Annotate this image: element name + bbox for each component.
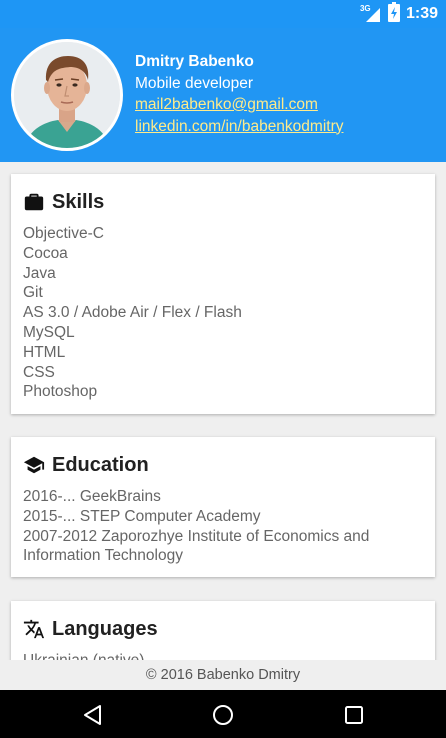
list-item: Photoshop [23,383,98,401]
list-item: HTML [23,343,66,361]
profile-header: Dmitry Babenko Mobile developer mail2bab… [0,28,446,162]
list-item: 2007-2012 Zaporozhye Institute of Econom… [23,527,370,565]
briefcase-icon [23,191,45,213]
languages-list: Ukrainian (native) [23,651,423,660]
languages-card: Languages Ukrainian (native) [11,601,435,660]
home-icon[interactable] [212,704,234,726]
status-bar: 3G 1:39 [0,0,446,28]
skills-title: Skills [23,188,423,216]
recents-icon[interactable] [343,704,365,726]
skills-card: Skills Objective-C Cocoa Java Git AS 3.0… [11,174,435,414]
footer: © 2016 Babenko Dmitry [0,660,446,690]
list-item: CSS [23,363,55,381]
profile-role: Mobile developer [135,74,254,92]
profile-info: Dmitry Babenko Mobile developer mail2bab… [135,51,344,137]
profile-name: Dmitry Babenko [135,53,254,70]
clock: 1:39 [405,5,438,22]
list-item: 2016-... GeekBrains [23,488,161,505]
education-heading: Education [52,453,149,476]
copyright-text: © 2016 Babenko Dmitry [145,667,301,683]
list-item: MySQL [23,323,75,341]
avatar [11,39,123,151]
education-card: Education 2016-... GeekBrains 2015-... S… [11,437,435,577]
list-item: AS 3.0 / Adobe Air / Flex / Flash [23,304,242,322]
resume-content[interactable]: Skills Objective-C Cocoa Java Git AS 3.0… [0,162,446,660]
navigation-bar [0,690,446,738]
list-item: Ukrainian (native) [23,651,423,660]
list-item: 2015-... STEP Computer Academy [23,507,261,525]
education-list: 2016-... GeekBrains 2015-... STEP Comput… [23,487,423,566]
back-icon[interactable] [82,704,104,726]
list-item: Java [23,264,56,282]
list-item: Git [23,284,43,302]
list-item: Cocoa [23,244,68,262]
education-title: Education [23,451,423,479]
graduation-cap-icon [23,454,45,476]
languages-heading: Languages [52,617,158,640]
signal-icon: 3G [360,4,382,24]
list-item: Objective-C [23,225,104,242]
skills-heading: Skills [52,190,105,213]
email-link[interactable]: mail2babenko@gmail.com [135,94,344,116]
linkedin-link[interactable]: linkedin.com/in/babenkodmitry [135,116,344,138]
languages-title: Languages [23,615,423,643]
battery-charging-icon [387,1,400,27]
translate-icon [23,618,45,640]
skills-list: Objective-C Cocoa Java Git AS 3.0 / Adob… [23,224,423,402]
